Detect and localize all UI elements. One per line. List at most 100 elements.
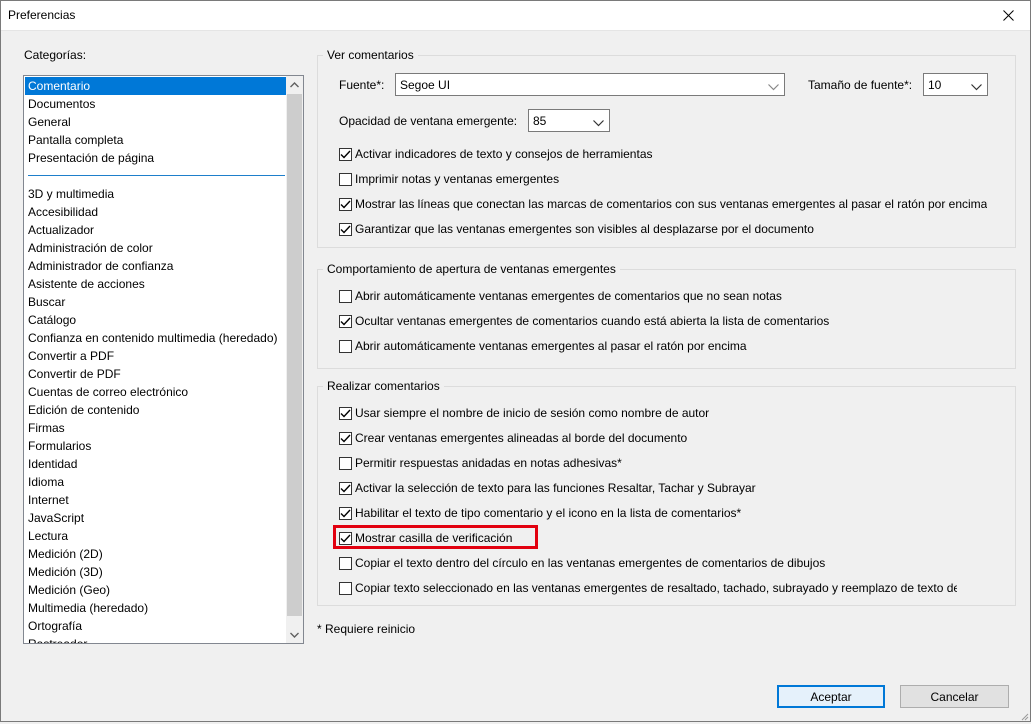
checkbox-label: Crear ventanas emergentes alineadas al b… [355, 431, 688, 445]
checkbox-checked-icon[interactable] [339, 481, 352, 495]
checkbox-row[interactable]: Mostrar las líneas que conectan las marc… [339, 196, 987, 212]
scroll-down-icon[interactable] [286, 626, 303, 643]
category-item[interactable]: Administrador de confianza [25, 257, 287, 275]
checkbox-label: Activar indicadores de texto y consejos … [355, 147, 653, 161]
category-item[interactable]: Convertir a PDF [25, 347, 287, 365]
checkbox-checked-icon[interactable] [339, 506, 352, 520]
font-size-select[interactable]: 10 [923, 73, 988, 96]
checkbox-label: Garantizar que las ventanas emergentes s… [355, 222, 814, 236]
checkbox-checked-icon[interactable] [339, 406, 352, 420]
category-item[interactable]: Medición (2D) [25, 545, 287, 563]
checkbox-checked-icon[interactable] [339, 197, 352, 211]
checkbox-label: Copiar el texto dentro del círculo en la… [355, 556, 826, 570]
category-item[interactable]: Medición (3D) [25, 563, 287, 581]
category-item[interactable]: Cuentas de correo electrónico [25, 383, 287, 401]
checkbox-row[interactable]: Garantizar que las ventanas emergentes s… [339, 221, 814, 237]
checkbox-row[interactable]: Habilitar el texto de tipo comentario y … [339, 505, 741, 521]
font-select[interactable]: Segoe UI [395, 73, 785, 96]
make-comments-legend: Realizar comentarios [327, 379, 440, 393]
category-item[interactable]: Buscar [25, 293, 287, 311]
checkbox-row[interactable]: Abrir automáticamente ventanas emergente… [339, 288, 782, 304]
restart-note: * Requiere reinicio [317, 622, 416, 636]
category-item[interactable]: Ortografía [25, 617, 287, 635]
category-item[interactable]: Medición (Geo) [25, 581, 287, 599]
category-item[interactable]: Pantalla completa [25, 131, 287, 149]
chevron-down-icon [971, 80, 982, 94]
categories-label: Categorías: [24, 48, 87, 62]
title-bar: Preferencias [0, 0, 1031, 31]
checkbox-checked-icon[interactable] [339, 147, 352, 161]
scroll-thumb[interactable] [287, 94, 302, 616]
checkbox-row[interactable]: Permitir respuestas anidadas en notas ad… [339, 455, 622, 471]
checkbox-checked-icon[interactable] [339, 222, 352, 236]
checkbox-label: Ocultar ventanas emergentes de comentari… [355, 314, 830, 328]
category-item[interactable]: Comentario [25, 77, 287, 95]
category-item[interactable]: Idioma [25, 473, 287, 491]
checkbox-row[interactable]: Activar la selección de texto para las f… [339, 480, 756, 496]
checkbox-row[interactable]: Ocultar ventanas emergentes de comentari… [339, 313, 829, 329]
window-title: Preferencias [8, 8, 76, 22]
resize-grip-icon[interactable] [1019, 710, 1029, 721]
checkbox-row[interactable]: Copiar el texto dentro del círculo en la… [339, 555, 825, 571]
popup-behavior-legend: Comportamiento de apertura de ventanas e… [327, 262, 616, 276]
checkbox-label: Mostrar casilla de verificación [355, 531, 513, 545]
close-icon[interactable] [985, 0, 1031, 30]
category-item[interactable]: Identidad [25, 455, 287, 473]
category-item[interactable]: Edición de contenido [25, 401, 287, 419]
checkbox-row[interactable]: Activar indicadores de texto y consejos … [339, 146, 653, 162]
cancel-button[interactable]: Cancelar [900, 685, 1009, 708]
category-item[interactable]: Presentación de página [25, 149, 287, 167]
category-item[interactable]: Formularios [25, 437, 287, 455]
checkbox-unchecked-icon[interactable] [339, 581, 352, 595]
scroll-up-icon[interactable] [286, 76, 303, 93]
view-comments-legend: Ver comentarios [327, 48, 414, 62]
chevron-down-icon [593, 116, 604, 130]
categories-list[interactable]: Comentario Documentos General Pantalla comp… [23, 75, 304, 644]
category-item[interactable]: Confianza en contenido multimedia (hered… [25, 329, 287, 347]
category-item[interactable]: Asistente de acciones [25, 275, 287, 293]
checkbox-unchecked-icon[interactable] [339, 556, 352, 570]
checkbox-label: Mostrar las líneas que conectan las marc… [355, 197, 988, 211]
checkbox-label: Abrir automáticamente ventanas emergente… [355, 289, 782, 303]
checkbox-unchecked-icon[interactable] [339, 172, 352, 186]
checkbox-checked-icon[interactable] [339, 531, 352, 545]
category-separator [25, 167, 287, 185]
checkbox-checked-icon[interactable] [339, 314, 352, 328]
category-item[interactable]: Firmas [25, 419, 287, 437]
checkbox-row[interactable]: Abrir automáticamente ventanas emergente… [339, 338, 747, 354]
checkbox-row[interactable]: Imprimir notas y ventanas emergentes [339, 171, 559, 187]
checkbox-checked-icon[interactable] [339, 431, 352, 445]
category-item[interactable]: Administración de color [25, 239, 287, 257]
checkbox-label: Activar la selección de texto para las f… [355, 481, 756, 495]
checkbox-label: Habilitar el texto de tipo comentario y … [355, 506, 742, 520]
checkbox-row[interactable]: Copiar texto seleccionado en las ventana… [339, 580, 957, 596]
category-item[interactable]: 3D y multimedia [25, 185, 287, 203]
category-item[interactable]: Accesibilidad [25, 203, 287, 221]
category-item[interactable]: JavaScript [25, 509, 287, 527]
category-item[interactable]: Convertir de PDF [25, 365, 287, 383]
checkbox-row[interactable]: Usar siempre el nombre de inicio de sesi… [339, 405, 709, 421]
font-label: Fuente*: [339, 78, 385, 92]
category-item[interactable]: Multimedia (heredado) [25, 599, 287, 617]
category-item[interactable]: Documentos [25, 95, 287, 113]
accept-button[interactable]: Aceptar [777, 685, 885, 708]
checkbox-label: Copiar texto seleccionado en las ventana… [355, 581, 957, 595]
opacity-label: Opacidad de ventana emergente: [339, 114, 518, 128]
checkbox-label: Usar siempre el nombre de inicio de sesi… [355, 406, 710, 420]
opacity-select[interactable]: 85 [528, 109, 610, 132]
checkbox-unchecked-icon[interactable] [339, 456, 352, 470]
opacity-value: 85 [533, 114, 547, 128]
checkbox-unchecked-icon[interactable] [339, 289, 352, 303]
checkbox-label: Permitir respuestas anidadas en notas ad… [355, 456, 622, 470]
font-select-value: Segoe UI [400, 78, 451, 92]
checkbox-unchecked-icon[interactable] [339, 339, 352, 353]
category-item[interactable]: General [25, 113, 287, 131]
checkbox-row[interactable]: Mostrar casilla de verificación [339, 530, 512, 546]
category-item[interactable]: Catálogo [25, 311, 287, 329]
category-item[interactable]: Rastreador [25, 635, 287, 643]
categories-scrollbar[interactable] [286, 76, 303, 643]
category-item[interactable]: Internet [25, 491, 287, 509]
checkbox-row[interactable]: Crear ventanas emergentes alineadas al b… [339, 430, 687, 446]
category-item[interactable]: Lectura [25, 527, 287, 545]
category-item[interactable]: Actualizador [25, 221, 287, 239]
